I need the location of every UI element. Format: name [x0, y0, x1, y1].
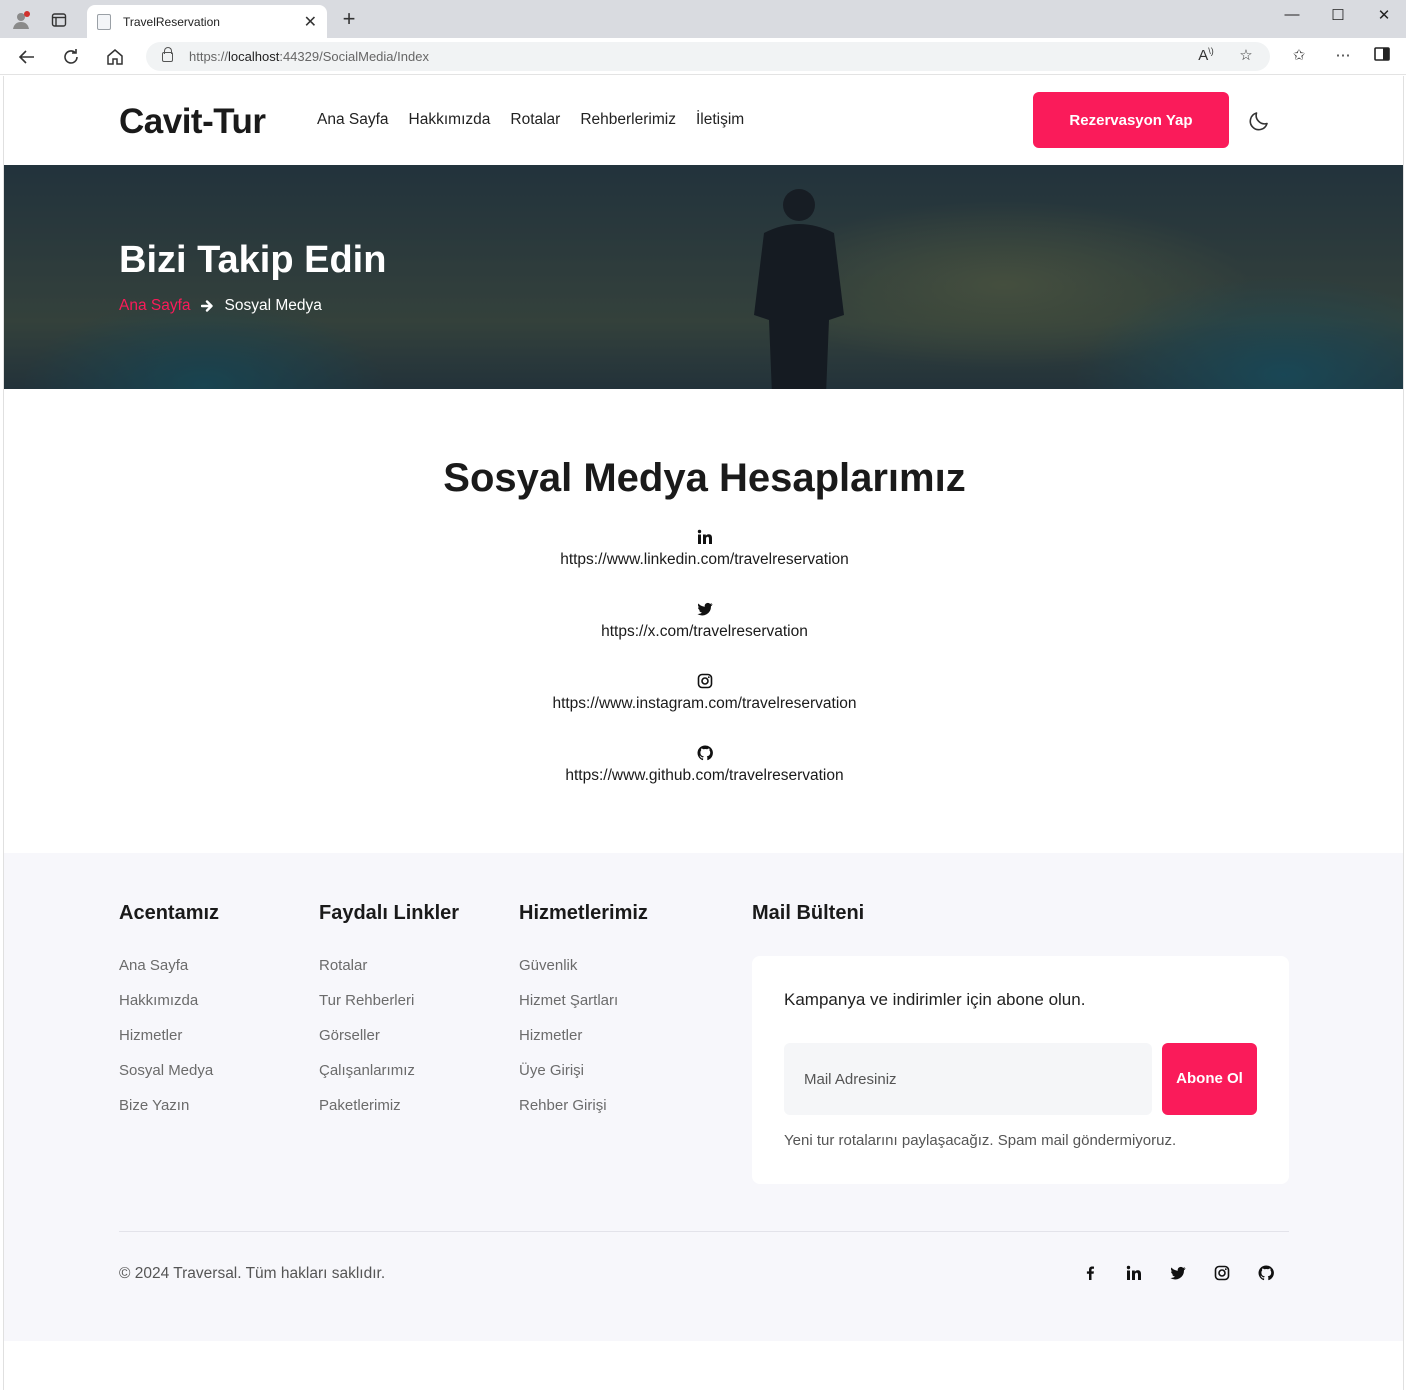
footer-link[interactable]: Hizmetler — [119, 1026, 219, 1061]
footer-link[interactable]: Görseller — [319, 1026, 459, 1061]
footer-link[interactable]: Hakkımızda — [119, 991, 219, 1026]
favorites-list-icon[interactable]: ✩ — [1288, 46, 1310, 64]
maximize-icon[interactable]: ☐ — [1326, 6, 1350, 24]
page-banner: Bizi Takip Edin Ana Sayfa Sosyal Medya — [4, 165, 1403, 389]
footer-column-acentamiz: Acentamız Ana Sayfa Hakkımızda Hizmetler… — [119, 902, 219, 1131]
social-item-instagram: https://www.instagram.com/travelreservat… — [4, 673, 1403, 713]
footer-divider — [119, 1231, 1289, 1232]
footer-link[interactable]: Rehber Girişi — [519, 1096, 648, 1131]
url-prefix: https:// — [189, 49, 229, 64]
newsletter-card: Kampanya ve indirimler için abone olun. … — [752, 956, 1289, 1184]
facebook-icon[interactable] — [1082, 1265, 1098, 1281]
arrow-right-icon — [200, 300, 213, 312]
nav-rehberlerimiz[interactable]: Rehberlerimiz — [580, 111, 676, 129]
footer-column-faydali-linkler: Faydalı Linkler Rotalar Tur Rehberleri G… — [319, 902, 459, 1131]
browser-tab-strip: TravelReservation ✕ + — ☐ ✕ — [0, 0, 1406, 38]
refresh-icon[interactable] — [59, 45, 83, 69]
tab-actions-icon[interactable] — [47, 8, 71, 32]
main-nav: Ana Sayfa Hakkımızda Rotalar Rehberlerim… — [317, 111, 744, 129]
newsletter-title: Mail Bülteni — [752, 902, 865, 924]
footer-column-title: Faydalı Linkler — [319, 902, 460, 924]
sidebar-icon[interactable] — [1374, 46, 1396, 62]
social-item-twitter: https://x.com/travelreservation — [4, 601, 1403, 641]
github-icon[interactable] — [1258, 1265, 1274, 1281]
lock-icon[interactable] — [162, 46, 173, 62]
page-title: Bizi Takip Edin — [119, 239, 387, 281]
instagram-icon[interactable] — [697, 673, 713, 689]
site-footer: Acentamız Ana Sayfa Hakkımızda Hizmetler… — [4, 853, 1403, 1341]
footer-column-hizmetlerimiz: Hizmetlerimiz Güvenlik Hizmet Şartları H… — [519, 902, 648, 1131]
newsletter-note: Yeni tur rotalarını paylaşacağız. Spam m… — [784, 1132, 1177, 1149]
twitter-icon[interactable] — [1170, 1265, 1186, 1281]
tab-title: TravelReservation — [123, 14, 220, 29]
footer-link[interactable]: Üye Girişi — [519, 1061, 648, 1096]
twitter-link[interactable]: https://x.com/travelreservation — [4, 623, 1403, 641]
footer-link[interactable]: Sosyal Medya — [119, 1061, 219, 1096]
social-item-linkedin: https://www.linkedin.com/travelreservati… — [4, 529, 1403, 569]
tab-close-icon[interactable]: ✕ — [304, 12, 317, 32]
twitter-icon[interactable] — [696, 601, 713, 617]
browser-toolbar: https://localhost:44329/SocialMedia/Inde… — [0, 38, 1406, 75]
github-link[interactable]: https://www.github.com/travelreservation — [4, 767, 1403, 785]
footer-column-title: Hizmetlerimiz — [519, 902, 648, 924]
footer-link[interactable]: Ana Sayfa — [119, 956, 219, 991]
nav-ana-sayfa[interactable]: Ana Sayfa — [317, 111, 389, 129]
breadcrumb-home-link[interactable]: Ana Sayfa — [119, 297, 191, 315]
nav-rotalar[interactable]: Rotalar — [510, 111, 560, 129]
newsletter-text: Kampanya ve indirimler için abone olun. — [784, 990, 1086, 1009]
social-item-github: https://www.github.com/travelreservation — [4, 745, 1403, 785]
linkedin-link[interactable]: https://www.linkedin.com/travelreservati… — [4, 551, 1403, 569]
breadcrumb-current: Sosyal Medya — [224, 297, 322, 314]
copyright-text: © 2024 Traversal. Tüm hakları saklıdır. — [119, 1265, 386, 1282]
instagram-icon[interactable] — [1214, 1265, 1230, 1281]
more-menu-icon[interactable]: ⋯ — [1332, 46, 1354, 64]
github-icon[interactable] — [697, 745, 713, 761]
home-icon[interactable] — [103, 45, 127, 69]
browser-tab[interactable]: TravelReservation ✕ — [87, 5, 327, 38]
footer-column-newsletter: Mail Bülteni — [752, 902, 864, 925]
favorite-star-icon[interactable]: ☆ — [1235, 46, 1257, 64]
nav-iletisim[interactable]: İletişim — [696, 111, 744, 129]
social-media-section: Sosyal Medya Hesaplarımız https://www.li… — [4, 389, 1403, 853]
page-favicon-icon — [97, 13, 111, 30]
breadcrumb: Ana Sayfa Sosyal Medya — [119, 297, 322, 315]
footer-link[interactable]: Bize Yazın — [119, 1096, 219, 1131]
reservation-button[interactable]: Rezervasyon Yap — [1033, 92, 1229, 148]
back-icon[interactable] — [15, 45, 39, 69]
linkedin-icon[interactable] — [697, 529, 713, 545]
url-text: https://localhost:44329/SocialMedia/Inde… — [189, 49, 429, 64]
footer-link[interactable]: Paketlerimiz — [319, 1096, 459, 1131]
footer-link[interactable]: Tur Rehberleri — [319, 991, 459, 1026]
footer-link[interactable]: Hizmetler — [519, 1026, 648, 1061]
url-host: localhost — [228, 49, 280, 64]
minimize-icon[interactable]: — — [1280, 6, 1304, 23]
profile-icon[interactable] — [9, 8, 33, 32]
social-heading: Sosyal Medya Hesaplarımız — [443, 456, 966, 500]
footer-link[interactable]: Hizmet Şartları — [519, 991, 648, 1026]
new-tab-icon[interactable]: + — [337, 8, 361, 30]
brand-logo[interactable]: Cavit-Tur — [119, 102, 266, 142]
instagram-link[interactable]: https://www.instagram.com/travelreservat… — [4, 695, 1403, 713]
nav-hakkimizda[interactable]: Hakkımızda — [409, 111, 491, 129]
close-window-icon[interactable]: ✕ — [1372, 6, 1396, 24]
footer-link[interactable]: Çalışanlarımız — [319, 1061, 459, 1096]
footer-column-title: Acentamız — [119, 902, 220, 924]
footer-link[interactable]: Rotalar — [319, 956, 459, 991]
moon-icon[interactable] — [1247, 109, 1271, 133]
site-header: Cavit-Tur Ana Sayfa Hakkımızda Rotalar R… — [4, 76, 1403, 165]
email-field[interactable] — [784, 1043, 1152, 1115]
read-aloud-icon[interactable]: A\) — [1195, 46, 1217, 64]
url-rest: :44329/SocialMedia/Index — [279, 49, 429, 64]
address-bar[interactable]: https://localhost:44329/SocialMedia/Inde… — [146, 42, 1270, 71]
subscribe-button[interactable]: Abone Ol — [1162, 1043, 1257, 1115]
page-viewport: Cavit-Tur Ana Sayfa Hakkımızda Rotalar R… — [3, 76, 1404, 1390]
linkedin-icon[interactable] — [1126, 1265, 1142, 1281]
footer-link[interactable]: Güvenlik — [519, 956, 648, 991]
